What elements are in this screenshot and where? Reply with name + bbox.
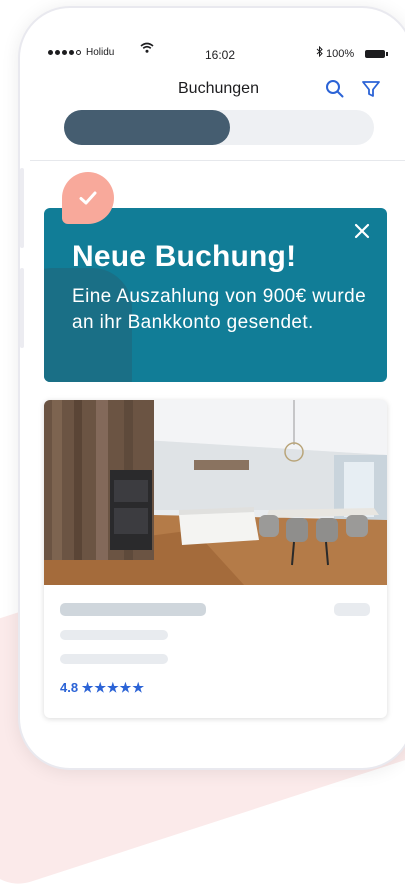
subtitle-placeholder bbox=[60, 630, 168, 640]
badge-placeholder bbox=[334, 603, 370, 616]
segmented-control[interactable] bbox=[64, 110, 374, 145]
star-rating: ★★★★★ bbox=[81, 680, 145, 695]
rating: 4.8 ★★★★★ bbox=[60, 680, 145, 696]
status-bar: Holidu 16:02 100% bbox=[30, 18, 405, 76]
battery-percent: 100% bbox=[326, 48, 355, 60]
bluetooth-icon bbox=[316, 45, 323, 60]
carrier-name: Holidu bbox=[86, 47, 115, 58]
divider bbox=[30, 160, 405, 161]
nav-bar: Buchungen bbox=[30, 76, 405, 108]
app-screen: Holidu 16:02 100% Buchungen Neue Buchung… bbox=[30, 18, 405, 768]
segment-active[interactable] bbox=[64, 110, 230, 145]
title-placeholder bbox=[60, 603, 206, 616]
listing-card[interactable]: 4.8 ★★★★★ bbox=[44, 400, 387, 718]
notification-title: Neue Buchung! bbox=[72, 240, 297, 273]
check-icon bbox=[62, 172, 114, 224]
status-time: 16:02 bbox=[205, 48, 236, 62]
phone-side-button bbox=[20, 268, 24, 348]
battery-icon bbox=[365, 50, 388, 58]
notification-banner[interactable]: Neue Buchung! Eine Auszahlung von 900€ w… bbox=[44, 208, 387, 382]
signal-indicator: Holidu bbox=[48, 47, 114, 58]
phone-side-button bbox=[20, 168, 24, 248]
phone-frame: Holidu 16:02 100% Buchungen Neue Buchung… bbox=[18, 6, 405, 770]
wifi-icon bbox=[140, 42, 154, 57]
detail-placeholder bbox=[60, 654, 168, 664]
close-icon[interactable] bbox=[351, 220, 373, 242]
rating-value: 4.8 bbox=[60, 680, 79, 695]
listing-photo bbox=[44, 400, 387, 585]
filter-icon[interactable] bbox=[360, 78, 382, 100]
search-icon[interactable] bbox=[324, 78, 346, 100]
page-title: Buchungen bbox=[178, 80, 259, 97]
notification-message: Eine Auszahlung von 900€ wurde an ihr Ba… bbox=[72, 286, 367, 333]
